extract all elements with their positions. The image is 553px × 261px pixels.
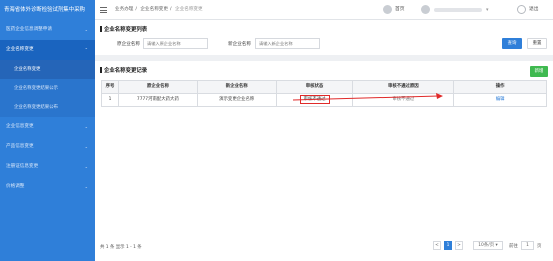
sidebar-subitem-result-publish[interactable]: 企业名称变更结果公布 — [0, 98, 95, 117]
goto-page-input[interactable]: 1 — [521, 241, 534, 250]
table-row: 1 7777河南配大药大药 演示变更企业名称 审核不通过 审核不通过 编辑 — [102, 94, 548, 107]
edit-link[interactable]: 编辑 — [496, 97, 505, 102]
sidebar-item-label: 企业信息变更 — [6, 124, 34, 129]
chevron-down-icon: ⌄ — [84, 144, 88, 149]
status-badge: 审核不通过 — [299, 95, 330, 104]
sidebar-item-label: 企业名称变更 — [6, 47, 34, 52]
pagination-summary: 共 1 条 显示 1 - 1 条 — [100, 245, 142, 250]
reset-button[interactable]: 重置 — [527, 38, 547, 49]
reason-text: 审核不通过 — [392, 97, 415, 102]
sidebar-item-registration-info[interactable]: 注册证信息变更 ⌄ — [0, 157, 95, 177]
orig-name-input[interactable] — [143, 38, 208, 49]
column-header: 原企业名称 — [118, 81, 198, 94]
search-panel: 企业名称变更列表 原企业名称 新企业名称 查询 重置 — [95, 20, 553, 55]
new-name-cell: 演示变更企业名称 — [197, 94, 277, 107]
sidebar-subitem-result-notice[interactable]: 企业名称变更结果公示 — [0, 79, 95, 98]
page-size-select[interactable]: 10条/页 ▾ — [473, 241, 503, 250]
chevron-down-icon: ⌄ — [84, 27, 88, 32]
new-name-input[interactable] — [255, 38, 320, 49]
exit-link[interactable]: 退出 — [529, 0, 539, 20]
add-button[interactable]: 新增 — [530, 66, 548, 77]
avatar-icon[interactable] — [421, 5, 430, 14]
breadcrumb-separator: / — [135, 7, 137, 12]
breadcrumb-separator: / — [170, 7, 172, 12]
breadcrumb-item[interactable]: 业务办理 — [115, 7, 133, 12]
chevron-down-icon[interactable]: ▾ — [486, 7, 489, 13]
orig-name-label: 原企业名称 — [117, 42, 140, 47]
sidebar-item-adjust-request[interactable]: 医药企业信息调整申请 ⌄ — [0, 20, 95, 40]
table-header-row: 序号 原企业名称 新企业名称 审核状态 审核不通过原因 操作 — [102, 81, 548, 94]
goto-label: 前往 — [509, 244, 518, 249]
home-link[interactable]: 首页 — [395, 0, 405, 20]
power-icon[interactable] — [517, 5, 526, 14]
user-name-blurred[interactable] — [434, 8, 482, 12]
orig-name-cell: 7777河南配大药大药 — [118, 94, 198, 107]
title-marker — [100, 67, 102, 73]
column-header: 审核不通过原因 — [353, 81, 455, 94]
records-panel-title: 企业名称变更记录 — [100, 66, 147, 74]
menu-toggle-icon[interactable] — [100, 7, 107, 13]
top-bar: 青海省体外诊断检验试剂集中采购 业务办理 / 企业名称变更 / 企业名称变更 首页 … — [0, 0, 553, 20]
chevron-down-icon: ⌄ — [84, 124, 88, 129]
column-header: 审核状态 — [276, 81, 354, 94]
action-cell: 编辑 — [454, 94, 548, 107]
search-panel-title-text: 企业名称变更列表 — [104, 27, 148, 33]
sidebar: 医药企业信息调整申请 ⌄ 企业名称变更 ⌃ 企业名称变更 企业名称变更结果公示 企业… — [0, 20, 95, 261]
sidebar-item-label: 医药企业信息调整申请 — [6, 27, 52, 32]
status-cell: 审核不通过 — [276, 94, 354, 107]
column-header: 操作 — [454, 81, 548, 94]
records-panel: 企业名称变更记录 新增 序号 原企业名称 新企业名称 审核状态 审核不通过原因 … — [95, 61, 553, 261]
chevron-down-icon: ⌄ — [84, 184, 88, 189]
sidebar-item-company-info[interactable]: 企业信息变更 ⌄ — [0, 117, 95, 137]
reason-cell: 审核不通过 — [353, 94, 455, 107]
breadcrumb: 业务办理 / 企业名称变更 / 企业名称变更 — [115, 0, 205, 20]
chevron-up-icon: ⌃ — [84, 47, 88, 52]
prev-page-button[interactable]: < — [433, 241, 441, 250]
chevron-down-icon: ⌄ — [84, 164, 88, 169]
records-table: 序号 原企业名称 新企业名称 审核状态 审核不通过原因 操作 1 7777河南配… — [101, 80, 548, 107]
sidebar-item-product-info[interactable]: 产品信息变更 ⌄ — [0, 137, 95, 157]
chevron-down-icon: ▾ — [495, 243, 498, 248]
page-size-value: 10条/页 — [478, 243, 495, 248]
sidebar-subitem-label: 企业名称变更结果公示 — [14, 86, 58, 91]
column-header: 序号 — [102, 81, 119, 94]
next-page-button[interactable]: > — [455, 241, 463, 250]
sidebar-item-label: 产品信息变更 — [6, 144, 34, 149]
search-panel-title: 企业名称变更列表 — [100, 25, 147, 33]
sidebar-item-label: 价格调整 — [6, 184, 25, 189]
breadcrumb-item[interactable]: 企业名称变更 — [140, 7, 168, 12]
main-content: 企业名称变更列表 原企业名称 新企业名称 查询 重置 企业名称变更记录 新增 序… — [95, 20, 553, 261]
sidebar-item-name-change[interactable]: 企业名称变更 ⌃ — [0, 40, 95, 60]
home-icon[interactable] — [383, 5, 392, 14]
title-marker — [100, 26, 102, 32]
sidebar-item-price-adjust[interactable]: 价格调整 ⌄ — [0, 177, 95, 197]
sidebar-subitem-label: 企业名称变更结果公布 — [14, 105, 58, 110]
sidebar-item-label: 注册证信息变更 — [6, 164, 39, 169]
column-header: 新企业名称 — [197, 81, 277, 94]
search-button[interactable]: 查询 — [502, 38, 522, 49]
sidebar-subitem-name-change[interactable]: 企业名称变更 — [0, 60, 95, 79]
breadcrumb-current: 企业名称变更 — [175, 7, 203, 12]
goto-unit: 页 — [537, 244, 542, 249]
new-name-label: 新企业名称 — [228, 42, 251, 47]
records-panel-title-text: 企业名称变更记录 — [104, 68, 148, 74]
app-title: 青海省体外诊断检验试剂集中采购 — [0, 0, 95, 20]
sidebar-subitem-label: 企业名称变更 — [14, 67, 41, 72]
page-number-button[interactable]: 1 — [444, 241, 452, 250]
row-index: 1 — [102, 94, 119, 107]
